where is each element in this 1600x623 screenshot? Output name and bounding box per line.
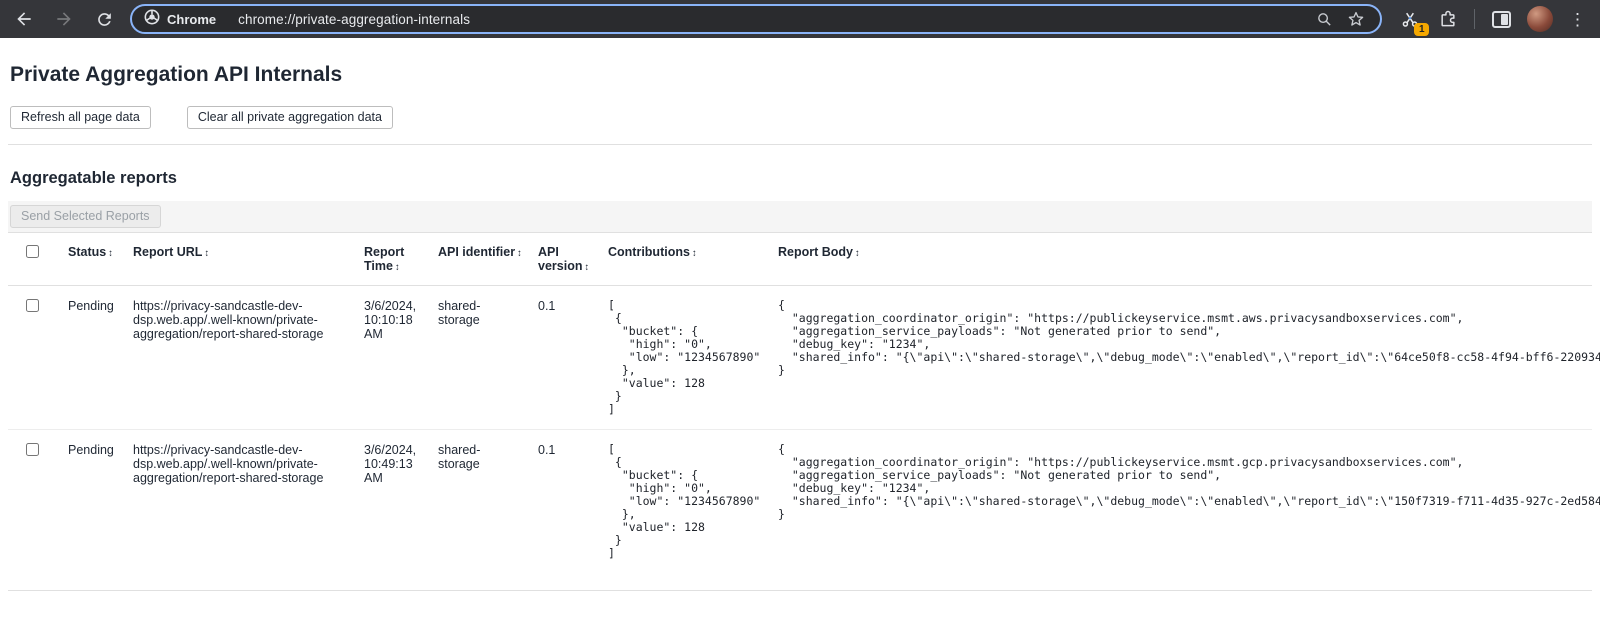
bookmark-button[interactable] bbox=[1344, 7, 1368, 31]
api-identifier-cell: shared-storage bbox=[438, 430, 538, 591]
chrome-logo-icon bbox=[144, 9, 160, 30]
reload-icon bbox=[95, 10, 114, 29]
report-url-cell: https://privacy-sandcastle-dev-dsp.web.a… bbox=[133, 286, 364, 430]
sort-icon: ↕ bbox=[692, 248, 697, 259]
side-panel-button[interactable] bbox=[1489, 7, 1513, 31]
sort-icon: ↕ bbox=[395, 262, 400, 273]
sort-icon: ↕ bbox=[584, 262, 589, 273]
browser-toolbar: Chrome chrome://private-aggregation-inte… bbox=[0, 0, 1600, 38]
magnifier-icon bbox=[1316, 11, 1333, 28]
section-divider bbox=[8, 144, 1592, 145]
sort-icon: ↕ bbox=[517, 248, 522, 259]
column-header-report-url[interactable]: Report URL↕ bbox=[133, 233, 364, 286]
scissors-extension-button[interactable]: 1 bbox=[1398, 7, 1422, 31]
puzzle-icon bbox=[1438, 9, 1458, 29]
row-checkbox[interactable] bbox=[26, 443, 39, 456]
sort-icon: ↕ bbox=[108, 248, 113, 259]
contributions-cell: [ { "bucket": { "high": "0", "low": "123… bbox=[608, 430, 778, 591]
profile-avatar[interactable] bbox=[1527, 6, 1553, 32]
side-panel-icon bbox=[1492, 11, 1511, 28]
page-content: Private Aggregation API Internals Refres… bbox=[0, 63, 1600, 591]
report-time-cell: 3/6/2024, 10:10:18 AM bbox=[364, 286, 438, 430]
toolbar-separator bbox=[1474, 9, 1475, 29]
column-header-contributions[interactable]: Contributions↕ bbox=[608, 233, 778, 286]
contributions-cell: [ { "bucket": { "high": "0", "low": "123… bbox=[608, 286, 778, 430]
address-bar[interactable]: Chrome chrome://private-aggregation-inte… bbox=[130, 4, 1382, 34]
clear-all-button[interactable]: Clear all private aggregation data bbox=[187, 106, 393, 129]
column-header-report-body[interactable]: Report Body↕ bbox=[778, 233, 1592, 286]
status-cell: Pending bbox=[68, 286, 133, 430]
menu-button[interactable]: ⋮ bbox=[1567, 11, 1588, 28]
report-body-cell: { "aggregation_coordinator_origin": "htt… bbox=[778, 430, 1592, 591]
star-icon bbox=[1347, 10, 1365, 28]
chrome-chip-label: Chrome bbox=[167, 12, 216, 27]
kebab-menu-icon: ⋮ bbox=[1569, 10, 1586, 29]
api-version-cell: 0.1 bbox=[538, 430, 608, 591]
table-row: Pending https://privacy-sandcastle-dev-d… bbox=[8, 286, 1592, 430]
report-body-cell: { "aggregation_coordinator_origin": "htt… bbox=[778, 286, 1592, 430]
column-header-api-version[interactable]: API version↕ bbox=[538, 233, 608, 286]
reports-table: Status↕ Report URL↕ Report Time↕ API ide… bbox=[8, 232, 1592, 591]
row-checkbox[interactable] bbox=[26, 299, 39, 312]
send-selected-reports-button: Send Selected Reports bbox=[10, 205, 161, 228]
select-all-checkbox[interactable] bbox=[26, 245, 39, 258]
aggregatable-reports-heading: Aggregatable reports bbox=[10, 169, 1592, 188]
reload-button[interactable] bbox=[92, 7, 116, 31]
page-title: Private Aggregation API Internals bbox=[10, 63, 1592, 87]
chrome-url-chip: Chrome bbox=[144, 9, 216, 30]
sort-icon: ↕ bbox=[204, 248, 209, 259]
back-button[interactable] bbox=[12, 7, 36, 31]
column-header-report-time[interactable]: Report Time↕ bbox=[364, 233, 438, 286]
report-url-cell: https://privacy-sandcastle-dev-dsp.web.a… bbox=[133, 430, 364, 591]
forward-button[interactable] bbox=[52, 7, 76, 31]
zoom-button[interactable] bbox=[1312, 7, 1336, 31]
column-header-status[interactable]: Status↕ bbox=[68, 233, 133, 286]
extension-badge: 1 bbox=[1414, 23, 1429, 36]
status-cell: Pending bbox=[68, 430, 133, 591]
column-header-api-identifier[interactable]: API identifier↕ bbox=[438, 233, 538, 286]
api-version-cell: 0.1 bbox=[538, 286, 608, 430]
reports-toolbar: Send Selected Reports bbox=[8, 201, 1592, 232]
url-text[interactable]: chrome://private-aggregation-internals bbox=[238, 12, 470, 27]
report-time-cell: 3/6/2024, 10:49:13 AM bbox=[364, 430, 438, 591]
table-header-row: Status↕ Report URL↕ Report Time↕ API ide… bbox=[8, 233, 1592, 286]
extensions-button[interactable] bbox=[1436, 7, 1460, 31]
sort-icon: ↕ bbox=[855, 248, 860, 259]
back-arrow-icon bbox=[14, 9, 34, 29]
forward-arrow-icon bbox=[54, 9, 74, 29]
table-row: Pending https://privacy-sandcastle-dev-d… bbox=[8, 430, 1592, 591]
refresh-all-button[interactable]: Refresh all page data bbox=[10, 106, 151, 129]
api-identifier-cell: shared-storage bbox=[438, 286, 538, 430]
